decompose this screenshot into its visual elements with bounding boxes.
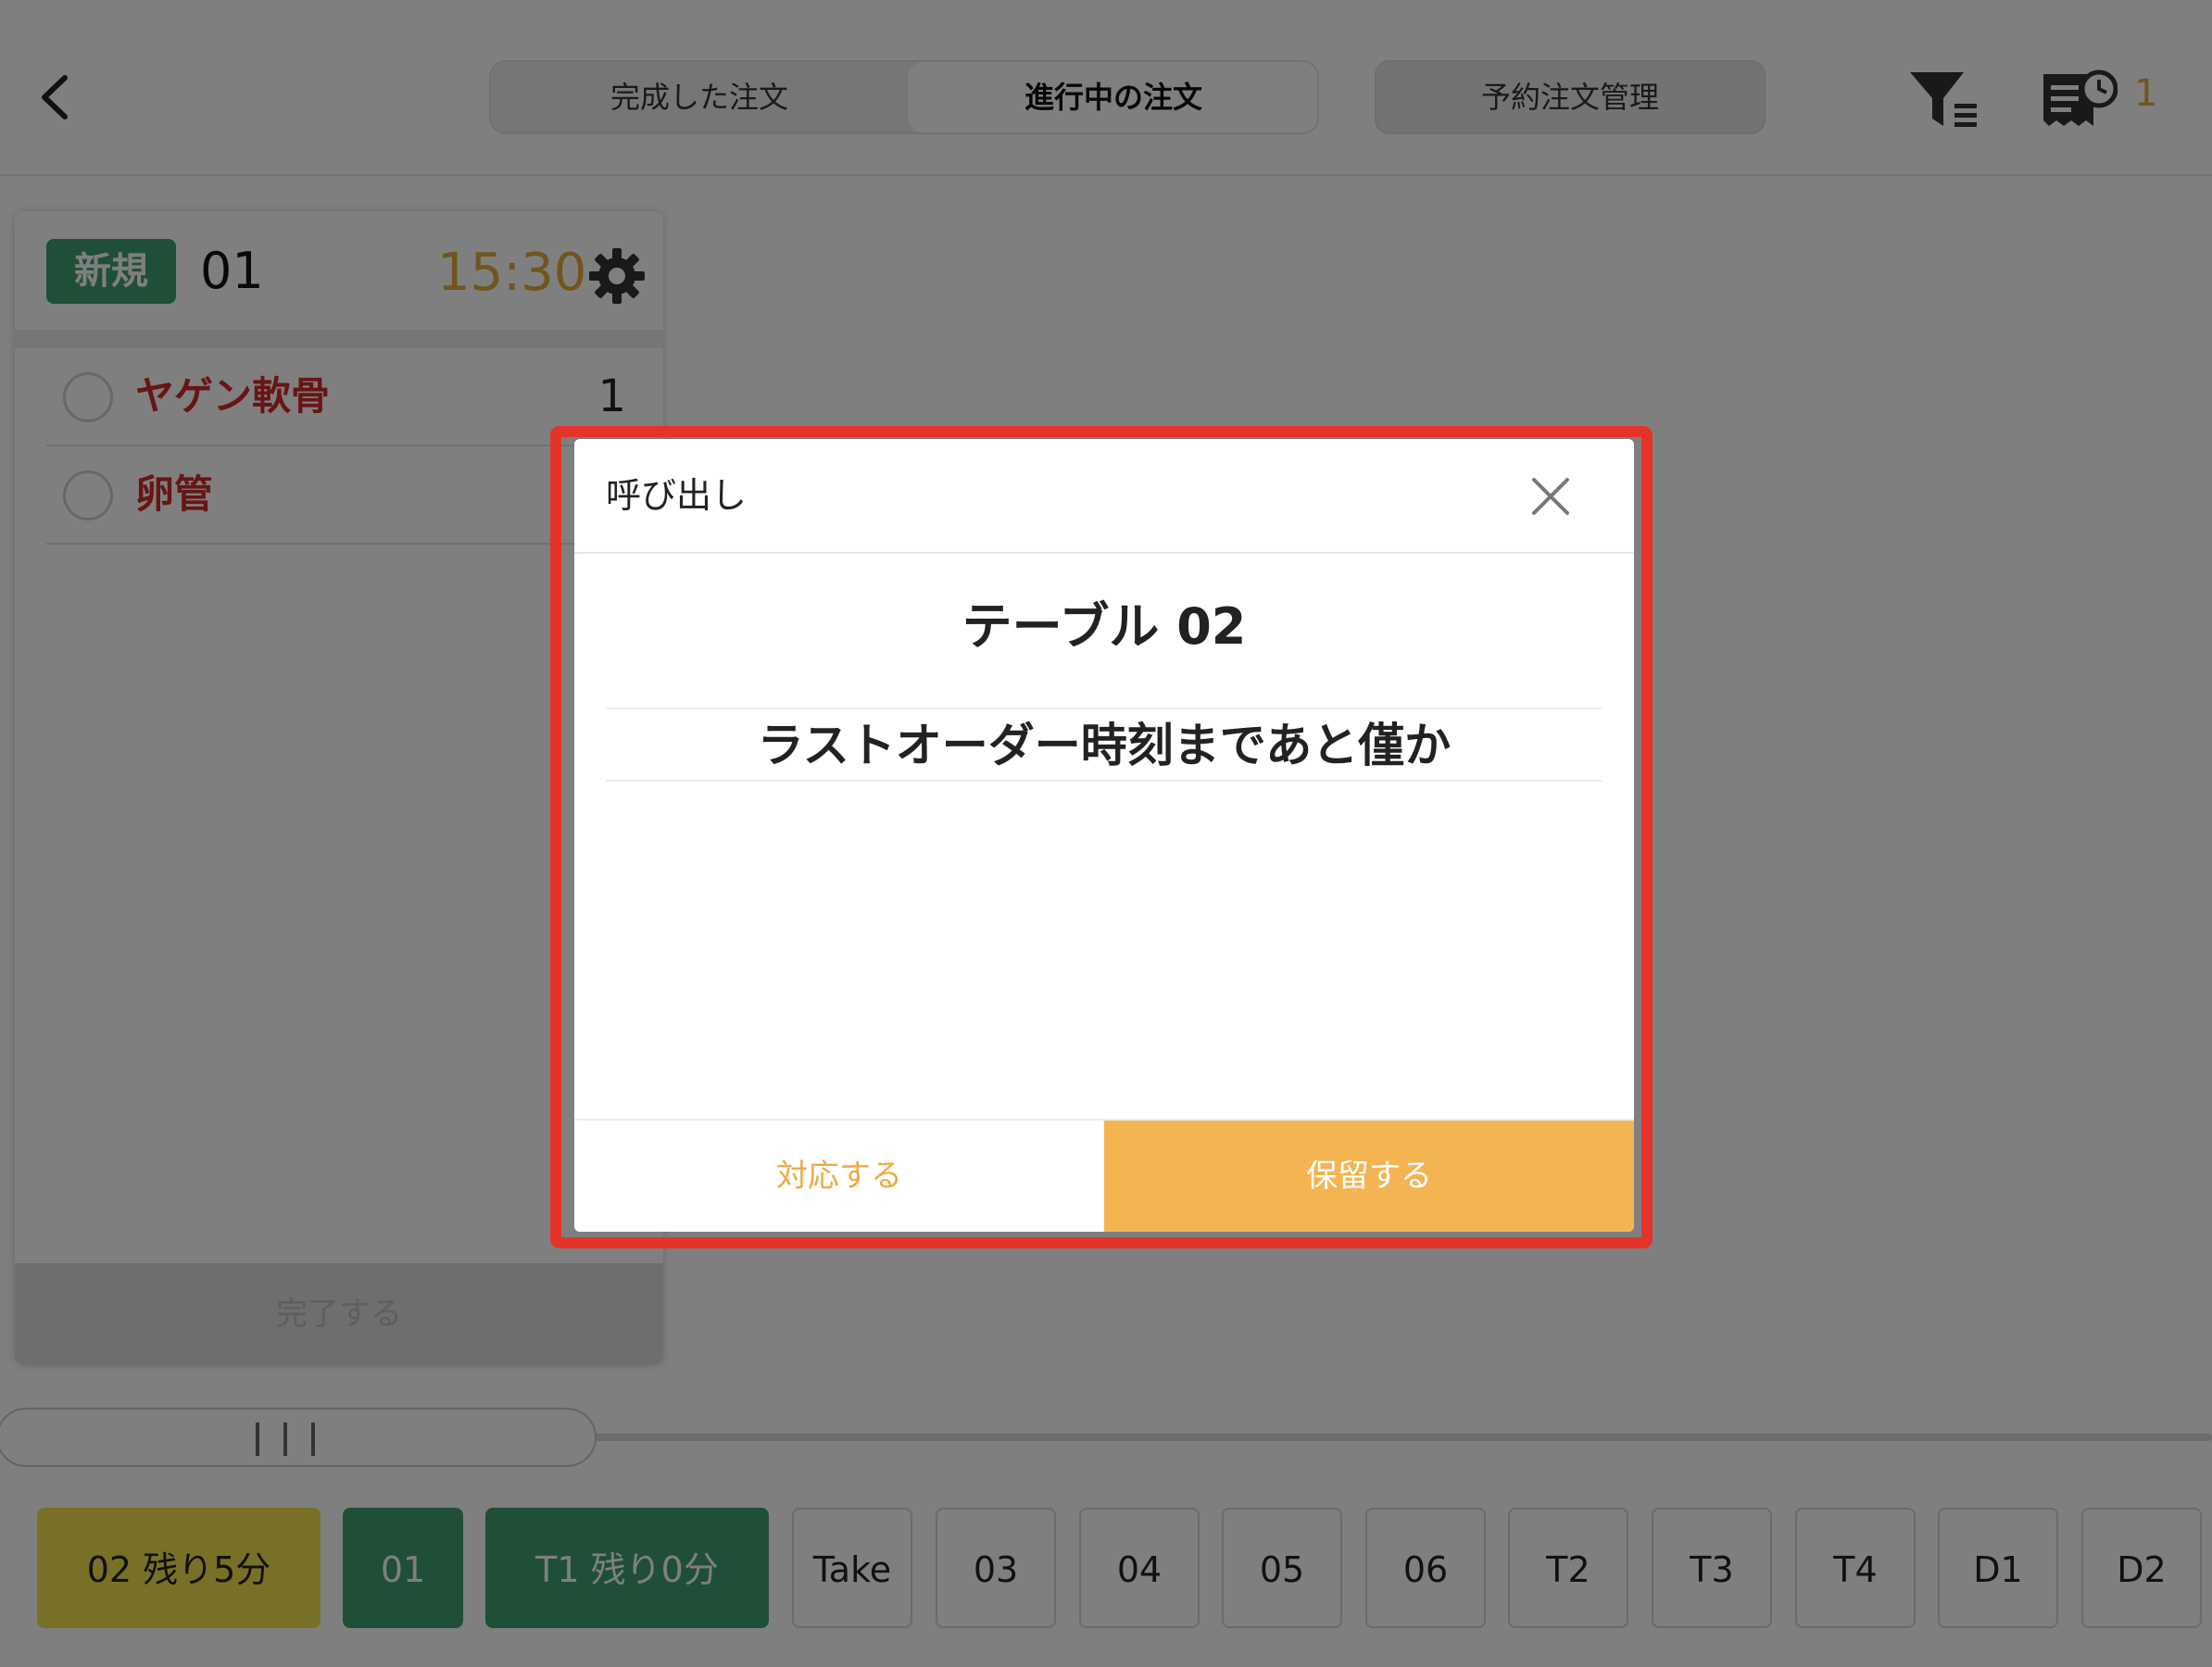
dialog-message: ラストオーダー時刻まであと僅か [757,719,1452,772]
hold-button[interactable]: 保留する [1104,1121,1634,1232]
dialog-table-name: テーブル 02 [961,597,1247,656]
message-divider [606,708,1602,709]
dialog-title: 呼び出し [606,475,748,516]
respond-button[interactable]: 対応する [574,1121,1104,1232]
close-icon[interactable] [1528,474,1573,519]
call-dialog: 呼び出し テーブル 02 ラストオーダー時刻まであと僅か 対応する 保留する [574,439,1634,1232]
message-divider [606,780,1602,782]
dialog-header-divider [574,552,1634,554]
